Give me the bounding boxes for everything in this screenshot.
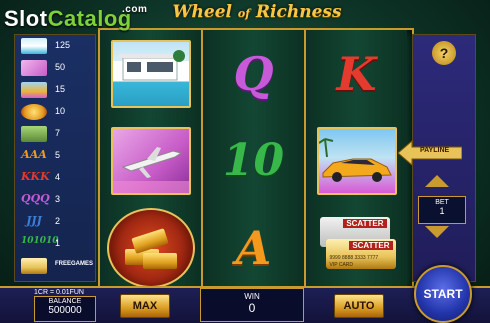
jack-icon: JJJ xyxy=(26,214,42,227)
queen-icon: QQQ xyxy=(21,192,50,205)
reel-cell: A xyxy=(203,204,304,291)
king-icon: KKK xyxy=(21,170,50,183)
paytable-row: 7 xyxy=(19,125,91,143)
paytable-value: 3 xyxy=(55,194,61,204)
scatter-symbol: SCATTER SCATTER 9999 8888 3333 7777 VIP … xyxy=(314,213,400,283)
paytable-value: 125 xyxy=(55,40,71,50)
max-bet-button[interactable]: MAX xyxy=(120,294,170,318)
paytable-row: AAA 5 xyxy=(19,147,91,165)
car-symbol xyxy=(316,126,397,195)
jet-icon xyxy=(21,60,47,76)
jet-icon xyxy=(112,146,189,193)
title-wheel: Wheel xyxy=(172,2,232,22)
card-name: VIP CARD xyxy=(329,261,354,268)
bet-increase-button[interactable] xyxy=(425,175,449,187)
ace-symbol: A xyxy=(235,220,272,275)
balance-label: BALANCE xyxy=(48,298,82,305)
reel-cell: SCATTER SCATTER 9999 8888 3333 7777 VIP … xyxy=(306,204,407,291)
paytable-value: FREEGAMES xyxy=(55,261,94,267)
paytable-row: KKK 4 xyxy=(19,169,91,187)
reel-2: Q 10 A xyxy=(203,30,306,292)
paytable: 125 50 15 10 7 AAA 5 KKK 4 QQQ 3 JJJ 2 1… xyxy=(14,34,96,282)
ten-symbol: 10 xyxy=(222,134,285,186)
paytable-row: 15 xyxy=(19,81,91,99)
villa-symbol xyxy=(110,39,191,108)
help-button[interactable]: ? xyxy=(432,41,456,65)
gold-bars-symbol xyxy=(106,207,195,288)
watermark-com: .com xyxy=(122,4,148,15)
paytable-value: 5 xyxy=(55,150,61,160)
reel-cell xyxy=(306,117,407,204)
paytable-row: QQQ 3 xyxy=(19,191,91,209)
ten-icon: 101010 xyxy=(21,236,59,246)
reel-1 xyxy=(100,30,203,292)
watermark-part1: Slot xyxy=(4,6,48,31)
paytable-value: 4 xyxy=(55,172,61,182)
bet-decrease-button[interactable] xyxy=(425,226,449,238)
paytable-value: 10 xyxy=(55,106,66,116)
paytable-row: JJJ 2 xyxy=(19,213,91,231)
paytable-row: 101010 1 xyxy=(19,235,91,253)
reel-cell: K xyxy=(306,30,407,117)
game-screen: SlotCatalog .com Wheel of Richness 125 5… xyxy=(0,0,490,323)
gold-icon xyxy=(21,104,47,120)
reel-3: K SCATTER SCATTER 9999 8888 3333 7777 VI… xyxy=(306,30,407,292)
reel-cell xyxy=(100,204,201,291)
win-label: WIN xyxy=(244,292,260,301)
cash-icon xyxy=(21,126,47,142)
paytable-value: 7 xyxy=(55,128,61,138)
balance-value: 500000 xyxy=(48,305,82,316)
paytable-value: 50 xyxy=(55,62,66,72)
scatter-icon xyxy=(21,258,47,274)
win-display: WIN 0 xyxy=(200,288,304,322)
gold-icon xyxy=(121,223,181,273)
reel-cell: Q xyxy=(203,30,304,117)
paytable-row: FREEGAMES xyxy=(19,257,94,275)
paytable-value: 2 xyxy=(55,216,61,226)
jet-symbol xyxy=(110,126,191,195)
title-richness: Richness xyxy=(255,2,342,22)
auto-spin-button[interactable]: AUTO xyxy=(334,294,384,318)
start-button[interactable]: START xyxy=(414,265,472,323)
reel-grid: Q 10 A K SCATTER SCATTER 9999 8888 3333 … xyxy=(98,28,414,294)
ace-icon: AAA xyxy=(21,148,47,161)
king-symbol: K xyxy=(336,46,377,101)
car-icon xyxy=(317,137,392,182)
reel-cell xyxy=(100,30,201,117)
reel-cell xyxy=(100,117,201,204)
queen-symbol: Q xyxy=(233,46,274,101)
paytable-row: 125 xyxy=(19,37,91,55)
scatter-card-front: SCATTER 9999 8888 3333 7777 VIP CARD xyxy=(325,238,396,269)
card-number: 9999 8888 3333 7777 xyxy=(329,254,379,261)
paytable-row: 50 xyxy=(19,59,91,77)
slotcatalog-watermark: SlotCatalog .com xyxy=(4,4,147,32)
reel-cell: 10 xyxy=(203,117,304,204)
game-title: Wheel of Richness xyxy=(157,2,357,22)
car-icon xyxy=(21,82,47,98)
balance-display: BALANCE 500000 xyxy=(34,296,96,322)
bet-display: BET 1 xyxy=(418,196,466,224)
watermark-part2: Catalog xyxy=(47,6,132,31)
scatter-label: SCATTER xyxy=(349,240,393,250)
scatter-label: SCATTER xyxy=(343,218,387,228)
win-value: 0 xyxy=(248,301,256,315)
paytable-row: 10 xyxy=(19,103,91,121)
payline-indicator: PAYLINE xyxy=(398,139,462,167)
bet-value: 1 xyxy=(439,206,445,216)
bet-label: BET xyxy=(435,199,449,206)
payline-label: PAYLINE xyxy=(420,147,450,154)
paytable-value: 15 xyxy=(55,84,66,94)
credit-rate: 1CR = 0.01FUN xyxy=(34,289,84,296)
title-of: of xyxy=(237,7,250,20)
villa-icon xyxy=(118,49,185,80)
paytable-value: 1 xyxy=(55,238,61,248)
villa-icon xyxy=(21,38,47,54)
